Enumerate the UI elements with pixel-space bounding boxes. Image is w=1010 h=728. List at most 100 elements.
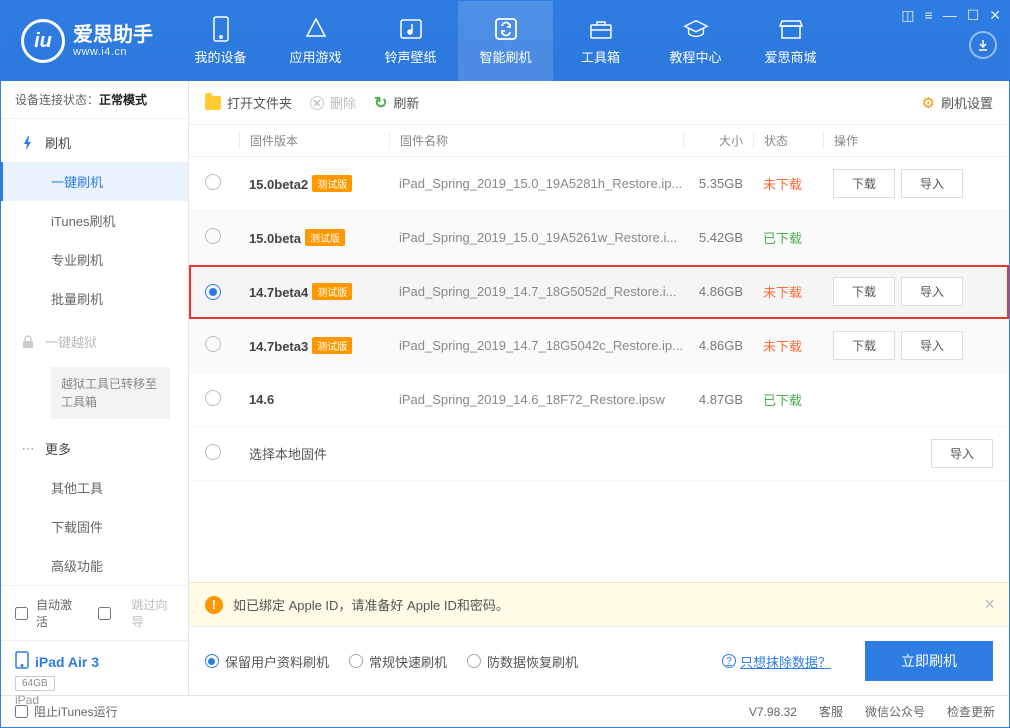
sidebar: 设备连接状态：正常模式 刷机 一键刷机 iTunes刷机 专业刷机 批量刷机 一…	[1, 81, 189, 695]
flash-icon	[21, 136, 35, 150]
import-button[interactable]: 导入	[901, 277, 963, 306]
store-icon	[778, 16, 804, 42]
download-button[interactable]: 下载	[833, 331, 895, 360]
opt-anti-recovery[interactable]: 防数据恢复刷机	[467, 652, 578, 671]
close-icon[interactable]: ✕	[989, 7, 1001, 24]
sidebar-item-oneclick[interactable]: 一键刷机	[1, 162, 188, 201]
opt-keep-data[interactable]: 保留用户资料刷机	[205, 652, 329, 671]
nav-ringtones[interactable]: 铃声壁纸	[363, 1, 458, 81]
open-folder-button[interactable]: 打开文件夹	[205, 93, 292, 112]
nav-label: 我的设备	[194, 47, 246, 66]
version-text: 14.7beta4	[249, 285, 308, 300]
status-text: 未下载	[763, 339, 802, 354]
sidebar-section-more[interactable]: ⋯ 更多	[1, 429, 188, 468]
table-row[interactable]: 15.0beta2测试版 iPad_Spring_2019_15.0_19A52…	[189, 157, 1009, 211]
music-icon	[398, 16, 424, 42]
nav-my-device[interactable]: 我的设备	[173, 1, 268, 81]
update-link[interactable]: 检查更新	[947, 703, 995, 720]
app-header: iu 爱思助手 www.i4.cn 我的设备 应用游戏 铃声壁纸 智能刷机 工具…	[1, 1, 1009, 81]
version-text: 15.0beta2	[249, 177, 308, 192]
firmware-size: 4.87GB	[683, 392, 753, 407]
sidebar-item-download[interactable]: 下载固件	[1, 507, 188, 546]
auto-activate-label: 自动激活	[36, 596, 78, 630]
table-row[interactable]: 14.7beta4测试版 iPad_Spring_2019_14.7_18G50…	[189, 265, 1009, 319]
toolbox-icon	[588, 16, 614, 42]
jailbreak-notice: 越狱工具已转移至工具箱	[51, 367, 170, 419]
warning-bar: ! 如已绑定 Apple ID，请准备好 Apple ID和密码。 ×	[189, 582, 1009, 626]
tablet-icon	[15, 651, 29, 672]
sidebar-item-itunes[interactable]: iTunes刷机	[1, 201, 188, 240]
sidebar-section-jailbreak: 一键越狱	[1, 322, 188, 361]
sidebar-item-other[interactable]: 其他工具	[1, 468, 188, 507]
refresh-button[interactable]: ↻ 刷新	[374, 93, 419, 113]
device-name: iPad Air 3	[35, 654, 99, 670]
minimize-icon[interactable]: —	[943, 7, 957, 24]
sync-icon	[493, 16, 519, 42]
firmware-name: iPad_Spring_2019_15.0_19A5261w_Restore.i…	[389, 230, 683, 245]
nav-apps[interactable]: 应用游戏	[268, 1, 363, 81]
brand-url: www.i4.cn	[73, 46, 153, 58]
sidebar-item-batch[interactable]: 批量刷机	[1, 279, 188, 318]
table-row[interactable]: 14.7beta3测试版 iPad_Spring_2019_14.7_18G50…	[189, 319, 1009, 373]
flash-now-button[interactable]: 立即刷机	[865, 641, 993, 681]
beta-badge: 测试版	[312, 337, 352, 354]
service-link[interactable]: 客服	[819, 703, 843, 720]
nav-store[interactable]: 爱思商城	[743, 1, 838, 81]
settings-button[interactable]: ⚙ 刷机设置	[922, 93, 993, 112]
sidebar-item-pro[interactable]: 专业刷机	[1, 240, 188, 279]
nav-tutorials[interactable]: 教程中心	[648, 1, 743, 81]
nav-toolbox[interactable]: 工具箱	[553, 1, 648, 81]
maximize-icon[interactable]: ☐	[967, 7, 980, 24]
col-status: 状态	[753, 132, 823, 149]
import-button[interactable]: 导入	[901, 169, 963, 198]
radio-button[interactable]	[205, 228, 221, 244]
shirt-icon[interactable]: ◫	[901, 7, 914, 24]
brand-logo: iu 爱思助手 www.i4.cn	[1, 19, 173, 63]
close-warning-icon[interactable]: ×	[984, 594, 995, 615]
nav-label: 铃声壁纸	[384, 47, 436, 66]
radio-button[interactable]	[205, 390, 221, 406]
table-row[interactable]: 15.0beta测试版 iPad_Spring_2019_15.0_19A526…	[189, 211, 1009, 265]
import-button[interactable]: 导入	[901, 331, 963, 360]
nav-label: 爱思商城	[764, 47, 816, 66]
block-itunes-checkbox[interactable]	[15, 705, 28, 718]
table-row[interactable]: 14.6 iPad_Spring_2019_14.6_18F72_Restore…	[189, 373, 1009, 427]
radio-button[interactable]	[205, 444, 221, 460]
firmware-size: 4.86GB	[683, 338, 753, 353]
warning-text: 如已绑定 Apple ID，请准备好 Apple ID和密码。	[233, 595, 509, 614]
firmware-size: 5.35GB	[683, 176, 753, 191]
device-storage: 64GB	[15, 676, 55, 691]
radio-button[interactable]	[205, 336, 221, 352]
version-text: 15.0beta	[249, 231, 301, 246]
wechat-link[interactable]: 微信公众号	[865, 703, 925, 720]
radio-button[interactable]	[205, 284, 221, 300]
sidebar-item-advanced[interactable]: 高级功能	[1, 546, 188, 585]
refresh-icon: ↻	[374, 93, 387, 113]
logo-icon: iu	[21, 19, 65, 63]
main-nav: 我的设备 应用游戏 铃声壁纸 智能刷机 工具箱 教程中心 爱思商城	[173, 1, 838, 81]
delete-button[interactable]: 删除	[310, 93, 356, 112]
firmware-name: iPad_Spring_2019_15.0_19A5281h_Restore.i…	[389, 176, 683, 191]
more-icon: ⋯	[21, 442, 35, 456]
auto-activate-checkbox[interactable]	[15, 607, 28, 620]
erase-link[interactable]: ?只想抹除数据？	[722, 652, 831, 671]
firmware-table: 固件版本 固件名称 大小 状态 操作 15.0beta2测试版 iPad_Spr…	[189, 125, 1009, 582]
col-action: 操作	[823, 132, 993, 149]
import-button[interactable]: 导入	[931, 439, 993, 468]
menu-icon[interactable]: ≡	[925, 7, 933, 24]
opt-fast[interactable]: 常规快速刷机	[349, 652, 447, 671]
skip-guide-checkbox[interactable]	[98, 607, 111, 620]
local-firmware-row[interactable]: 选择本地固件 导入	[189, 427, 1009, 481]
radio-button[interactable]	[205, 174, 221, 190]
sidebar-section-flash[interactable]: 刷机	[1, 123, 188, 162]
firmware-size: 5.42GB	[683, 230, 753, 245]
download-button[interactable]: 下载	[833, 169, 895, 198]
nav-flash[interactable]: 智能刷机	[458, 1, 553, 81]
col-size: 大小	[683, 132, 753, 149]
beta-badge: 测试版	[312, 283, 352, 300]
firmware-name: iPad_Spring_2019_14.6_18F72_Restore.ipsw	[389, 392, 683, 407]
lock-icon	[21, 335, 35, 349]
download-button[interactable]: 下载	[833, 277, 895, 306]
nav-label: 工具箱	[581, 47, 620, 66]
download-indicator[interactable]	[969, 31, 997, 59]
